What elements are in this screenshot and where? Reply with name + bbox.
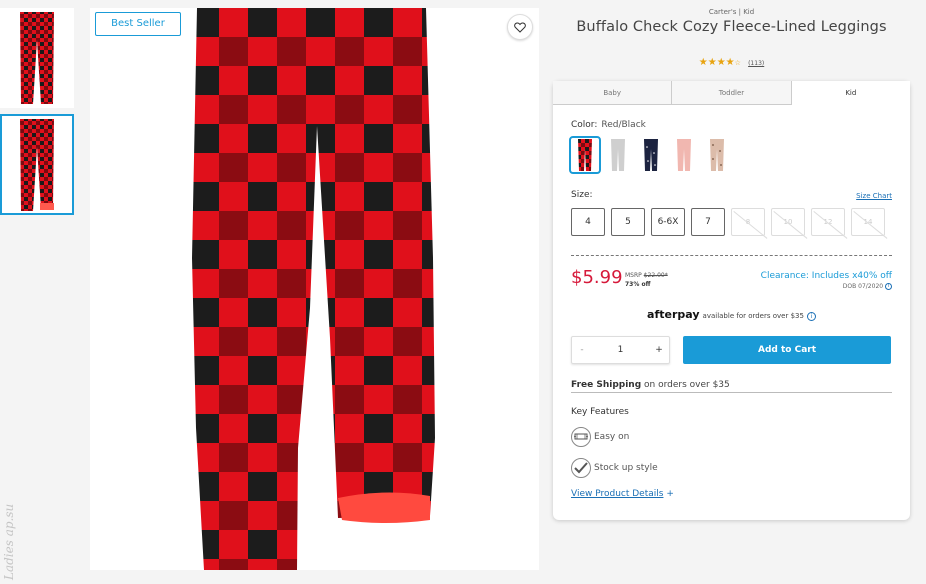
thumbnail-leggings-image [20, 118, 54, 211]
details-link-label: View Product Details [571, 489, 664, 499]
quantity-stepper: - 1 + [571, 336, 670, 364]
size-option-14: 14 [851, 208, 885, 236]
free-shipping-label: Free Shipping [571, 380, 642, 390]
thumbnail-leggings-image [20, 12, 54, 104]
feature-label: Stock up style [594, 463, 658, 473]
size-option-12: 12 [811, 208, 845, 236]
size-options: 4 5 6-6X 7 8 10 12 14 [571, 208, 891, 236]
swatch-grey[interactable] [602, 136, 634, 174]
info-icon[interactable]: i [885, 283, 892, 290]
tab-kid[interactable]: Kid [791, 81, 910, 105]
info-icon[interactable]: i [806, 311, 816, 321]
size-option-8: 8 [731, 208, 765, 236]
swatch-red-black[interactable] [569, 136, 601, 174]
watermark: Ladies ap.su [2, 503, 16, 580]
percent-off: 73% off [625, 281, 651, 288]
favorite-button[interactable] [507, 14, 533, 40]
selected-color-value: Red/Black [601, 120, 646, 130]
dob-value: DOB 07/2020 [842, 283, 884, 290]
size-option-7[interactable]: 7 [691, 208, 725, 236]
tab-toddler[interactable]: Toddler [672, 81, 792, 104]
afterpay-text: available for orders over $35 [702, 312, 804, 320]
add-to-cart-button[interactable]: Add to Cart [683, 336, 891, 364]
half-star-icon: ☆ [734, 59, 741, 67]
feature-stock-up: Stock up style [571, 458, 658, 478]
color-label: Color: [571, 120, 598, 130]
check-icon [571, 458, 591, 478]
feature-easy-on: Easy on [571, 427, 629, 447]
dob-text: DOB 07/2020 i [843, 283, 892, 290]
best-seller-badge: Best Seller [95, 12, 181, 36]
key-features-title: Key Features [571, 407, 629, 417]
thumbnail-strip [0, 8, 76, 221]
thumbnail-2[interactable] [0, 114, 74, 215]
age-tabs: Baby Toddler Kid [553, 81, 910, 105]
shipping-info: Free Shipping on orders over $35 [571, 380, 730, 390]
product-title: Buffalo Check Cozy Fleece-Lined Leggings [576, 19, 887, 35]
swatch-navy[interactable] [635, 136, 667, 174]
qty-decrement-button[interactable]: - [572, 345, 592, 355]
size-label: Size: [571, 190, 593, 200]
afterpay-row: afterpay available for orders over $35 i [553, 308, 910, 321]
product-options-panel: Baby Toddler Kid Color: Red/Black Size: … [553, 81, 910, 520]
review-count-link[interactable]: (113) [748, 60, 764, 67]
msrp-block: MSRP $22.00* 73% off [625, 271, 668, 289]
swatch-leggings-icon [611, 139, 625, 171]
brand-breadcrumb: Carter's | Kid [708, 8, 755, 16]
qty-increment-button[interactable]: + [649, 345, 669, 355]
view-product-details-link[interactable]: View Product Details + [571, 489, 674, 499]
msrp-value: $22.00* [643, 272, 668, 279]
divider [571, 392, 892, 393]
size-chart-link[interactable]: Size Chart [856, 192, 892, 200]
swatch-leggings-icon [578, 139, 592, 171]
qty-input[interactable]: 1 [592, 345, 649, 355]
swatch-leggings-icon [710, 139, 724, 171]
heart-icon [514, 21, 526, 33]
divider [571, 255, 892, 256]
swatch-leopard[interactable] [701, 136, 733, 174]
plus-icon: + [666, 489, 674, 499]
clearance-text: Clearance: Includes x40% off [760, 271, 892, 281]
leggings-image [192, 8, 435, 570]
rating[interactable]: ★★★★☆ (113) [553, 57, 910, 68]
size-option-10: 10 [771, 208, 805, 236]
rating-stars: ★★★★ [698, 57, 735, 68]
afterpay-logo: afterpay [647, 308, 700, 321]
waistband-icon [571, 427, 591, 447]
color-label-row: Color: Red/Black [571, 120, 646, 130]
sale-price: $5.99 [571, 267, 623, 288]
msrp-label: MSRP [625, 272, 642, 279]
shipping-rest: on orders over $35 [644, 380, 730, 390]
tab-baby[interactable]: Baby [553, 81, 673, 104]
swatch-leggings-icon [644, 139, 658, 171]
swatch-pink[interactable] [668, 136, 700, 174]
thumbnail-1[interactable] [0, 8, 74, 108]
size-option-5[interactable]: 5 [611, 208, 645, 236]
main-product-image: Best Seller [90, 8, 539, 570]
color-swatches [569, 136, 734, 174]
size-option-4[interactable]: 4 [571, 208, 605, 236]
swatch-leggings-icon [677, 139, 691, 171]
size-option-6-6x[interactable]: 6-6X [651, 208, 685, 236]
feature-label: Easy on [594, 432, 630, 442]
